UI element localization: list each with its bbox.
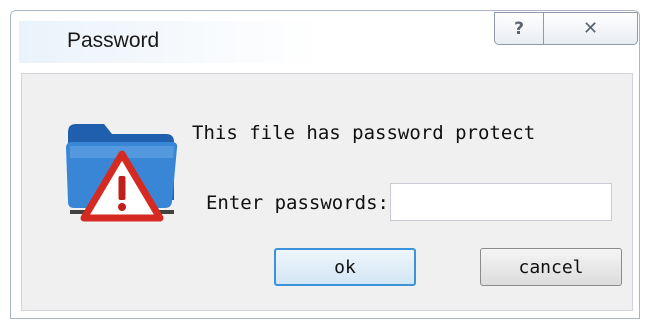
help-icon: ? <box>514 18 524 39</box>
close-button[interactable]: ✕ <box>543 12 638 45</box>
ok-button[interactable]: ok <box>274 248 416 286</box>
window-title: Password <box>67 29 160 52</box>
title-highlight <box>19 21 319 63</box>
password-input[interactable] <box>390 183 612 221</box>
password-dialog: Password ? ✕ This file has password prot… <box>10 10 640 319</box>
screen: Password ? ✕ This file has password prot… <box>0 0 646 327</box>
close-icon: ✕ <box>582 18 599 39</box>
message-text: This file has password protect <box>192 122 536 144</box>
password-label: Enter passwords: <box>205 192 389 214</box>
title-bar[interactable]: Password ? ✕ <box>11 11 639 69</box>
cancel-button[interactable]: cancel <box>480 248 622 286</box>
dialog-body: This file has password protect Enter pas… <box>21 73 633 311</box>
help-button[interactable]: ? <box>494 12 544 45</box>
